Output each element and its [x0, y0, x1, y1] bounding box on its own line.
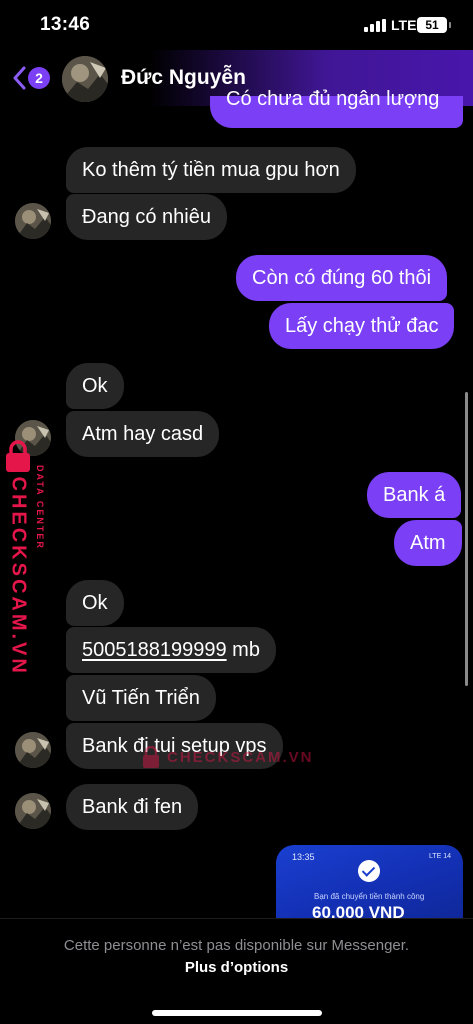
- status-time: 13:46: [40, 14, 91, 35]
- unread-badge: 2: [28, 67, 50, 89]
- status-bar: 13:46 LTE 51: [0, 0, 473, 50]
- image-amount: 60.000 VND: [312, 903, 405, 918]
- message-text: Atm hay casd: [82, 423, 204, 445]
- message-text: Ko thêm tý tiền mua gpu hơn: [82, 159, 340, 181]
- message-incoming[interactable]: Vũ Tiến Triển: [66, 675, 216, 721]
- image-status: LTE 14: [428, 853, 451, 860]
- image-message-transfer-receipt[interactable]: 13:35 LTE 14 Bạn đã chuyển tiền thành cô…: [276, 845, 463, 918]
- message-text: Có chưa đủ ngân lượng: [226, 88, 440, 110]
- lock-icon: [6, 440, 30, 472]
- watermark-side: DATA CENTER CHECKSCAM.VN: [4, 440, 56, 676]
- watermark-brand: CHECKSCAM.VN: [7, 476, 30, 676]
- watermark-subtitle: DATA CENTER: [35, 465, 45, 550]
- message-incoming[interactable]: Ko thêm tý tiền mua gpu hơn: [66, 147, 356, 193]
- home-indicator[interactable]: [152, 1010, 322, 1016]
- bottom-bar: Cette personne n’est pas disponible sur …: [0, 918, 473, 1024]
- success-check-icon: [358, 860, 380, 882]
- scrollbar[interactable]: [465, 392, 468, 686]
- message-incoming[interactable]: Atm hay casd: [66, 411, 220, 457]
- message-incoming[interactable]: 5005188199999 mb: [66, 627, 276, 673]
- image-caption: Bạn đã chuyển tiền thành công: [314, 892, 425, 901]
- message-outgoing-partial[interactable]: Có chưa đủ ngân lượng: [210, 88, 463, 128]
- sender-avatar[interactable]: [15, 732, 51, 768]
- message-incoming[interactable]: Đang có nhiêu: [66, 194, 227, 240]
- back-button[interactable]: 2: [8, 62, 54, 94]
- message-outgoing[interactable]: Atm: [394, 520, 462, 566]
- image-time: 13:35: [292, 852, 315, 862]
- sender-avatar[interactable]: [15, 203, 51, 239]
- watermark-text: CHECKSCAM.VN: [167, 749, 314, 766]
- message-text: Bank á: [383, 484, 446, 506]
- lock-icon: [143, 746, 159, 768]
- message-incoming[interactable]: Ok: [66, 580, 124, 626]
- more-options-link[interactable]: Plus d’options: [0, 959, 473, 976]
- message-incoming[interactable]: Ok: [66, 363, 124, 409]
- message-list[interactable]: Ko thêm tý tiền mua gpu hơn Đang có nhiê…: [0, 0, 473, 918]
- message-text: Atm: [410, 532, 446, 554]
- unavailable-notice: Cette personne n’est pas disponible sur …: [63, 937, 410, 954]
- message-text: Vũ Tiến Triển: [82, 687, 200, 709]
- network-type: LTE: [391, 17, 417, 33]
- battery-icon: 51: [417, 17, 451, 33]
- message-text: Bank đi fen: [82, 796, 183, 818]
- signal-icon: [364, 19, 386, 32]
- message-text: Lấy chạy thử đac: [285, 315, 439, 337]
- message-text: Đang có nhiêu: [82, 206, 211, 228]
- sender-avatar[interactable]: [15, 793, 51, 829]
- message-text: Ok: [82, 592, 108, 614]
- message-text: mb: [226, 639, 260, 661]
- message-text: Ok: [82, 375, 108, 397]
- account-number-link[interactable]: 5005188199999: [82, 639, 227, 661]
- message-text: Còn có đúng 60 thôi: [252, 267, 432, 289]
- message-outgoing[interactable]: Còn có đúng 60 thôi: [236, 255, 448, 301]
- chevron-left-icon: [13, 66, 26, 90]
- message-outgoing[interactable]: Bank á: [367, 472, 462, 518]
- message-outgoing[interactable]: Lấy chạy thử đac: [269, 303, 455, 349]
- message-incoming[interactable]: Bank đi fen: [66, 784, 199, 830]
- contact-avatar[interactable]: [62, 56, 108, 102]
